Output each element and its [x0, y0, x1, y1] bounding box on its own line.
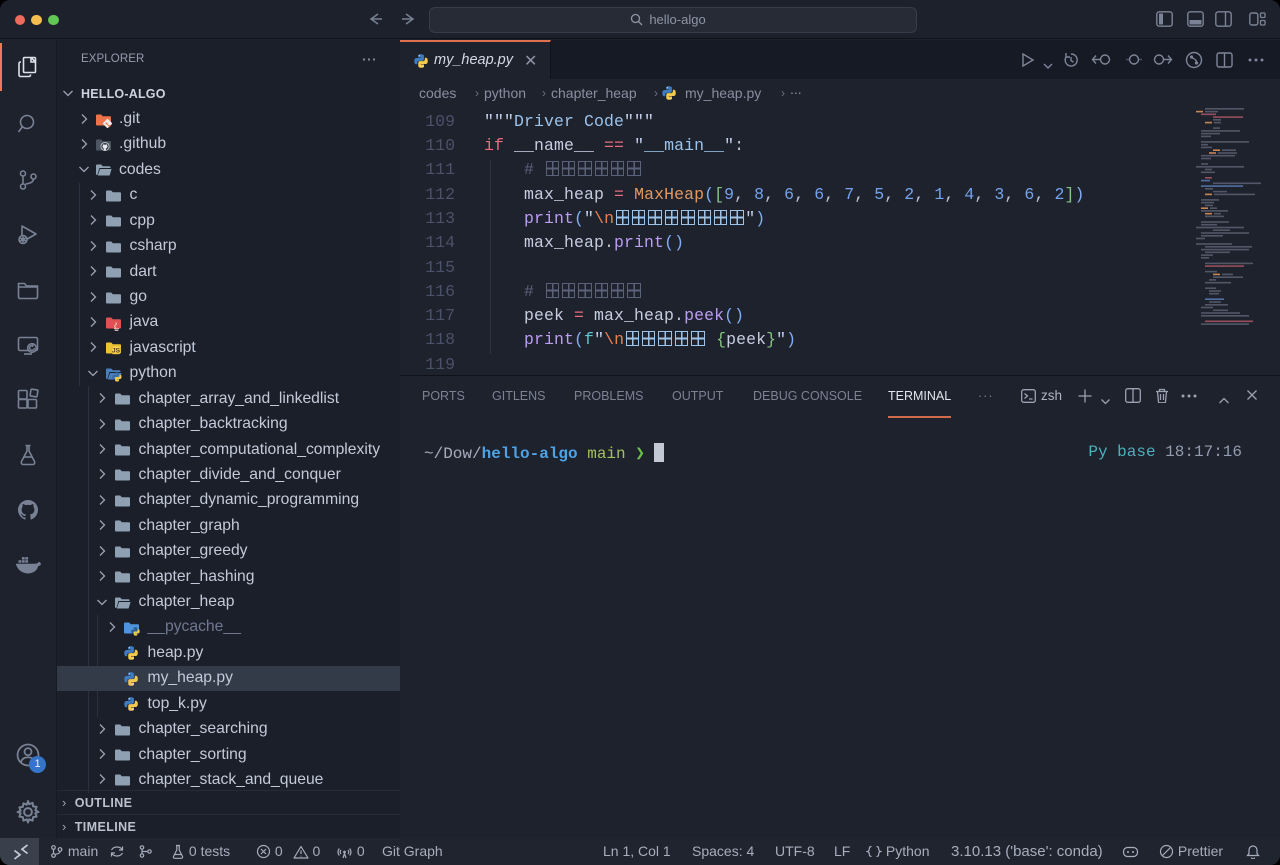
svg-text:JS: JS: [112, 348, 121, 355]
